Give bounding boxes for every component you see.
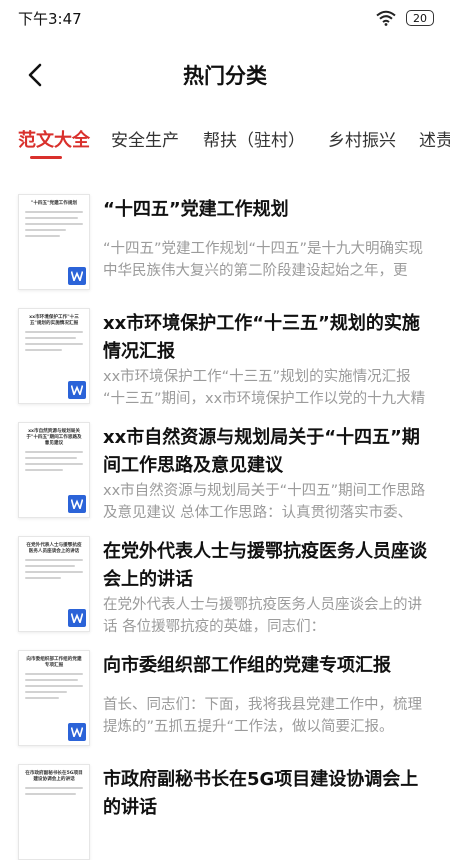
list-item[interactable]: "十四五"党建工作规划 “十四五”党建工作规划 “十四五”党建工作规划“十四五”… — [0, 186, 450, 300]
word-doc-icon — [68, 723, 86, 741]
thumbnail-title: 向市委组织部工作组的党建专项汇报 — [26, 657, 82, 668]
thumbnail-title: 在市政府副秘书长在5G项目建设协调会上的讲话 — [25, 771, 83, 782]
back-button[interactable] — [18, 58, 52, 92]
document-thumbnail: 在市政府副秘书长在5G项目建设协调会上的讲话 — [18, 764, 90, 860]
status-bar: 下午3:47 20 — [0, 0, 450, 36]
page-title: 热门分类 — [183, 64, 267, 88]
document-thumbnail: xx市环境保护工作"十三五"规划的实施情况汇报 — [18, 308, 90, 404]
item-title: “十四五”党建工作规划 — [103, 199, 289, 220]
item-description: 在党外代表人士与援鄂抗疫医务人员座谈会上的讲话 各位援鄂抗疫的英雄，同志们： — [103, 597, 422, 635]
item-title: 向市委组织部工作组的党建专项汇报 — [103, 655, 391, 676]
document-thumbnail: 向市委组织部工作组的党建专项汇报 — [18, 650, 90, 746]
item-title: xx市自然资源与规划局关于“十四五”期间工作思路及意见建议 — [103, 427, 420, 476]
list-item[interactable]: xx市环境保护工作"十三五"规划的实施情况汇报 xx市环境保护工作“十三五”规划… — [0, 300, 450, 414]
tab-shuze[interactable]: 述责 — [419, 126, 450, 151]
status-icons: 20 — [376, 10, 434, 26]
tab-xiangcun[interactable]: 乡村振兴 — [328, 126, 396, 151]
tab-bangfu[interactable]: 帮扶（驻村） — [203, 126, 305, 151]
document-thumbnail: "十四五"党建工作规划 — [18, 194, 90, 290]
category-tabs: 范文大全 安全生产 帮扶（驻村） 乡村振兴 述责 — [0, 118, 450, 166]
thumbnail-title: xx市环境保护工作"十三五"规划的实施情况汇报 — [29, 315, 79, 326]
word-doc-icon — [68, 609, 86, 627]
chevron-left-icon — [28, 63, 42, 87]
item-title: 市政府副秘书长在5G项目建设协调会上的讲话 — [103, 769, 419, 818]
tab-anquan[interactable]: 安全生产 — [111, 126, 179, 151]
word-doc-icon — [68, 267, 86, 285]
battery-icon: 20 — [406, 10, 434, 26]
list-item[interactable]: 在市政府副秘书长在5G项目建设协调会上的讲话 市政府副秘书长在5G项目建设协调会… — [0, 756, 450, 860]
document-thumbnail: xx市自然资源与规划局关于"十四五"期间工作思路及意见建议 — [18, 422, 90, 518]
list-item[interactable]: 在党外代表人士与援鄂抗疫医务人员座谈会上的讲话 在党外代表人士与援鄂抗疫医务人员… — [0, 528, 450, 642]
list-item[interactable]: 向市委组织部工作组的党建专项汇报 向市委组织部工作组的党建专项汇报 首长、同志们… — [0, 642, 450, 756]
thumbnail-title: 在党外代表人士与援鄂抗疫医务人员座谈会上的讲话 — [26, 543, 82, 554]
word-doc-icon — [68, 381, 86, 399]
item-description: “十四五”党建工作规划“十四五”是十九大明确实现中华民族伟大复兴的第二阶段建设起… — [103, 241, 424, 279]
status-time: 下午3:47 — [18, 9, 82, 28]
item-description: xx市自然资源与规划局关于“十四五”期间工作思路及意见建议 总体工作思路：认真贯… — [103, 483, 426, 521]
list-item[interactable]: xx市自然资源与规划局关于"十四五"期间工作思路及意见建议 xx市自然资源与规划… — [0, 414, 450, 528]
item-description: 首长、同志们：下面，我将我县党建工作中，梳理提炼的”五抓五提升“工作法，做以简要… — [103, 697, 422, 735]
thumbnail-title: xx市自然资源与规划局关于"十四五"期间工作思路及意见建议 — [26, 429, 82, 446]
thumbnail-title: "十四五"党建工作规划 — [30, 201, 78, 206]
active-tab-indicator — [30, 156, 62, 159]
tab-fanwen[interactable]: 范文大全 — [18, 126, 90, 152]
article-list: "十四五"党建工作规划 “十四五”党建工作规划 “十四五”党建工作规划“十四五”… — [0, 186, 450, 860]
item-title: xx市环境保护工作“十三五”规划的实施情况汇报 — [103, 313, 420, 362]
document-thumbnail: 在党外代表人士与援鄂抗疫医务人员座谈会上的讲话 — [18, 536, 90, 632]
wifi-icon — [376, 10, 396, 26]
item-title: 在党外代表人士与援鄂抗疫医务人员座谈会上的讲话 — [103, 541, 427, 590]
word-doc-icon — [68, 495, 86, 513]
item-description: xx市环境保护工作“十三五”规划的实施情况汇报 “十三五”期间，xx市环境保护工… — [103, 369, 426, 407]
header: 热门分类 — [0, 48, 450, 102]
